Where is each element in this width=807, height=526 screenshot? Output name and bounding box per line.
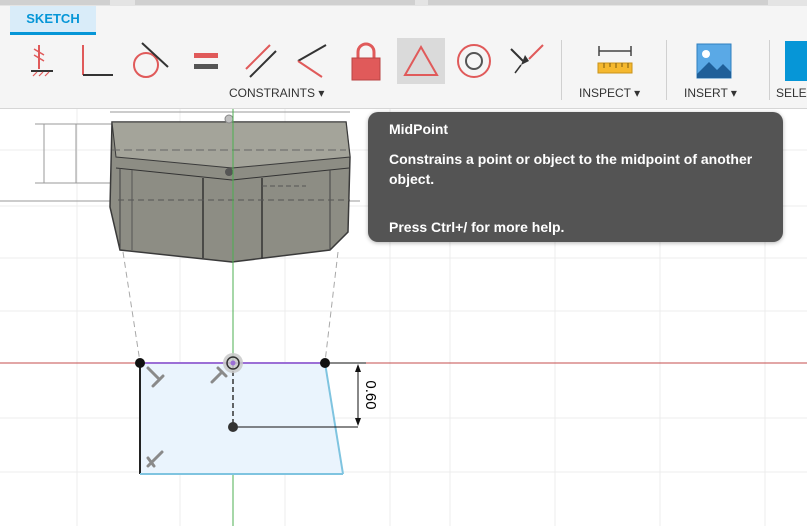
- equal-icon: [194, 53, 218, 69]
- select-button[interactable]: [783, 38, 807, 84]
- ribbon-separator: [769, 40, 770, 100]
- ribbon-separator: [561, 40, 562, 100]
- sketch-point[interactable]: [135, 358, 145, 368]
- collinear-button[interactable]: [505, 38, 549, 84]
- 3d-body: [109, 114, 351, 263]
- perpendicular-button[interactable]: [72, 38, 118, 84]
- tab-strip-segment: [428, 0, 768, 5]
- parallel-button[interactable]: [238, 38, 282, 84]
- tab-sketch[interactable]: SKETCH: [10, 6, 96, 35]
- fix-lock-button[interactable]: [344, 38, 388, 84]
- midpoint-tooltip: MidPoint Constrains a point or object to…: [368, 112, 783, 242]
- coincident-icon: [297, 44, 327, 78]
- inspect-group-label[interactable]: INSPECT ▾: [579, 86, 640, 100]
- tangent-button[interactable]: [126, 38, 172, 84]
- insert-group-label[interactable]: INSERT ▾: [684, 86, 737, 100]
- lock-icon: [351, 42, 381, 81]
- fix-unfix-button[interactable]: [26, 38, 62, 84]
- sketch-profile[interactable]: [140, 363, 343, 474]
- insert-image-icon: [696, 43, 732, 79]
- midpoint-icon: [403, 44, 439, 76]
- sketch-point[interactable]: [320, 358, 330, 368]
- collinear-icon: [510, 44, 544, 74]
- midpoint-dot: [230, 360, 236, 366]
- midpoint-button[interactable]: [397, 38, 445, 84]
- perpendicular-icon: [82, 45, 113, 76]
- select-icon: [785, 41, 807, 81]
- select-group-label[interactable]: SELE: [776, 86, 807, 100]
- measure-button[interactable]: [590, 38, 640, 84]
- tooltip-title: MidPoint: [389, 121, 449, 137]
- ribbon-separator: [666, 40, 667, 100]
- insert-image-button[interactable]: [690, 38, 738, 84]
- tab-strip-segment: [135, 0, 415, 5]
- dimension-value[interactable]: 0.60: [362, 380, 379, 409]
- projection-lines: [122, 251, 339, 363]
- fix-unfix-icon: [31, 45, 53, 77]
- tooltip-hint: Press Ctrl+/ for more help.: [389, 219, 565, 235]
- coincident-button[interactable]: [290, 38, 334, 84]
- measure-icon: [597, 46, 633, 74]
- equal-button[interactable]: [184, 38, 228, 84]
- concentric-button[interactable]: [452, 38, 496, 84]
- constraints-group-label[interactable]: CONSTRAINTS ▾: [229, 86, 324, 100]
- tangent-icon: [133, 42, 169, 78]
- parallel-icon: [245, 44, 277, 78]
- concentric-icon: [457, 44, 491, 78]
- center-point[interactable]: [228, 422, 238, 432]
- tooltip-description: Constrains a point or object to the midp…: [389, 151, 753, 187]
- ribbon-toolbar: SKETCH CONSTRAINTS ▾ INSPECT ▾ INSERT ▾ …: [0, 0, 807, 109]
- tab-strip-segment: [0, 0, 110, 5]
- dimension-0.60[interactable]: 0.60: [355, 364, 379, 426]
